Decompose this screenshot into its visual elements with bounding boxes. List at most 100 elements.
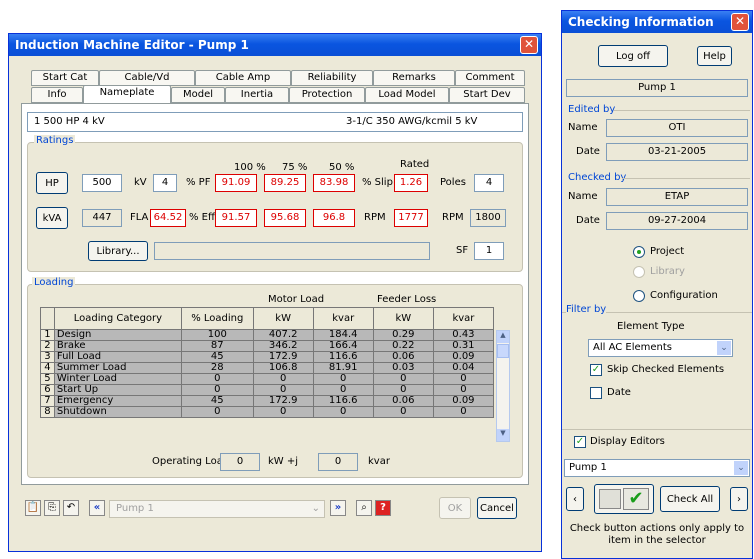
next-icon[interactable]: »: [330, 500, 346, 516]
undo-icon[interactable]: ↶: [63, 500, 79, 516]
checked-date-field: 09-27-2004: [606, 212, 748, 230]
logoff-button[interactable]: Log off: [598, 45, 668, 67]
tab-cable-vd[interactable]: Cable/Vd: [99, 70, 195, 86]
fla-field[interactable]: 64.52: [150, 209, 186, 227]
check-button[interactable]: ✔: [594, 484, 654, 514]
motor-load-label: Motor Load: [268, 294, 325, 305]
skip-checked-checkbox[interactable]: ✓: [590, 364, 602, 376]
tab-remarks[interactable]: Remarks: [373, 70, 455, 86]
induction-machine-editor-window: Induction Machine Editor - Pump 1 ✕ Star…: [8, 33, 542, 552]
hp-button[interactable]: HP: [36, 172, 68, 194]
cancel-button[interactable]: Cancel: [477, 497, 517, 519]
tab-inertia[interactable]: Inertia: [225, 87, 289, 103]
table-scrollbar[interactable]: ▲ ▼: [496, 330, 510, 442]
library-radio: [633, 266, 645, 278]
checked-by-label: Checked by: [568, 172, 627, 183]
configuration-radio[interactable]: [633, 290, 645, 302]
header-index: [40, 307, 55, 330]
loading-title: Loading: [32, 277, 76, 288]
tab-nameplate[interactable]: Nameplate: [83, 85, 171, 103]
table-row[interactable]: 4 Summer Load 28 106.8 81.91 0.03 0.04: [40, 362, 495, 374]
skip-checked-label[interactable]: Skip Checked Elements: [607, 364, 724, 375]
ok-button: OK: [439, 497, 471, 519]
display-editors-checkbox[interactable]: ✓: [574, 436, 586, 448]
hp-field[interactable]: 500: [82, 174, 122, 192]
next-element-button[interactable]: ›: [730, 487, 748, 511]
project-label[interactable]: Project: [650, 246, 684, 257]
col-75-label: 75 %: [282, 162, 308, 173]
previous-icon[interactable]: «: [89, 500, 105, 516]
table-row[interactable]: 7 Emergency 45 172.9 116.6 0.06 0.09: [40, 395, 495, 407]
configuration-label[interactable]: Configuration: [650, 290, 718, 301]
table-row[interactable]: 8 Shutdown 0 0 0 0 0: [40, 406, 495, 418]
prev-element-button[interactable]: ‹: [566, 487, 584, 511]
checking-information-window: Checking Information ✕ Log off Help Pump…: [561, 10, 753, 559]
table-row[interactable]: 3 Full Load 45 172.9 116.6 0.06 0.09: [40, 351, 495, 363]
poles-field[interactable]: 4: [474, 174, 504, 192]
date-checkbox[interactable]: [590, 387, 602, 399]
display-editors-label[interactable]: Display Editors: [590, 436, 665, 447]
pf-label: % PF: [186, 177, 211, 188]
check-all-button[interactable]: Check All: [660, 486, 720, 512]
scroll-thumb[interactable]: [497, 344, 509, 358]
kva-button[interactable]: kVA: [36, 207, 68, 229]
pf-75-field[interactable]: 89.25: [264, 174, 306, 192]
header-feeder-kw: kW: [372, 307, 434, 330]
table-row[interactable]: 2 Brake 87 346.2 166.4 0.22 0.31: [40, 340, 495, 352]
element-type-value: All AC Elements: [593, 342, 673, 353]
eff-label: % Eff: [189, 212, 215, 223]
eff-50-field[interactable]: 96.8: [313, 209, 355, 227]
sf-field[interactable]: 1: [474, 242, 504, 260]
table-row[interactable]: 6 Start Up 0 0 0 0 0: [40, 384, 495, 396]
table-row[interactable]: 5 Winter Load 0 0 0 0 0: [40, 373, 495, 385]
checker-close-icon[interactable]: ✕: [731, 13, 749, 31]
eff-100-field[interactable]: 91.57: [215, 209, 257, 227]
slip-field[interactable]: 1.26: [394, 174, 428, 192]
checked-name-field: ETAP: [606, 188, 748, 206]
close-icon[interactable]: ✕: [520, 36, 538, 54]
pf-50-field[interactable]: 83.98: [313, 174, 355, 192]
find-icon[interactable]: ⌕: [356, 500, 372, 516]
scroll-down-icon[interactable]: ▼: [497, 429, 509, 441]
tab-cable-amp[interactable]: Cable Amp: [195, 70, 291, 86]
tab-info[interactable]: Info: [31, 87, 83, 103]
project-radio[interactable]: [633, 246, 645, 258]
kv-field[interactable]: 4: [153, 174, 177, 192]
col-100-label: 100 %: [234, 162, 266, 173]
checked-divider: [622, 178, 750, 179]
checker-element-selector[interactable]: Pump 1 ⌄: [564, 459, 750, 477]
pf-100-field[interactable]: 91.09: [215, 174, 257, 192]
rpm2-field: 1800: [470, 209, 506, 227]
tab-reliability[interactable]: Reliability: [291, 70, 373, 86]
green-check-icon: ✔: [623, 488, 649, 510]
checker-selector-value: Pump 1: [569, 462, 607, 473]
rpm-field[interactable]: 1777: [394, 209, 428, 227]
library-button[interactable]: Library...: [88, 241, 148, 261]
kva-field: 447: [82, 209, 122, 227]
element-selector[interactable]: Pump 1 ⌄: [109, 500, 325, 518]
check-mark-icon: [599, 489, 621, 509]
date-option-label[interactable]: Date: [607, 387, 631, 398]
paste-icon[interactable]: 📋: [25, 500, 41, 516]
tab-load-model[interactable]: Load Model: [365, 87, 449, 103]
editor-titlebar[interactable]: Induction Machine Editor - Pump 1 ✕: [9, 34, 541, 56]
edited-divider: [614, 110, 750, 111]
tab-comment[interactable]: Comment: [455, 70, 525, 86]
tab-protection[interactable]: Protection: [289, 87, 365, 103]
scroll-up-icon[interactable]: ▲: [497, 331, 509, 343]
kw-j-label: kW +j: [268, 456, 299, 467]
help-icon[interactable]: ?: [375, 500, 391, 516]
help-button[interactable]: Help: [697, 46, 732, 66]
chevron-right-icon: ›: [737, 493, 741, 505]
checker-titlebar[interactable]: Checking Information ✕: [562, 11, 752, 33]
tab-start-cat[interactable]: Start Cat: [31, 70, 99, 86]
element-type-select[interactable]: All AC Elements ⌄: [588, 339, 733, 357]
poles-label: Poles: [440, 177, 466, 188]
tab-model[interactable]: Model: [171, 87, 225, 103]
table-row[interactable]: 1 Design 100 407.2 184.4 0.29 0.43: [40, 329, 495, 341]
eff-75-field[interactable]: 95.68: [264, 209, 306, 227]
tab-start-dev[interactable]: Start Dev: [449, 87, 525, 103]
library-field: [154, 242, 430, 260]
copy-icon[interactable]: ⎘: [44, 500, 60, 516]
check-note: Check button actions only apply to item …: [569, 523, 745, 546]
